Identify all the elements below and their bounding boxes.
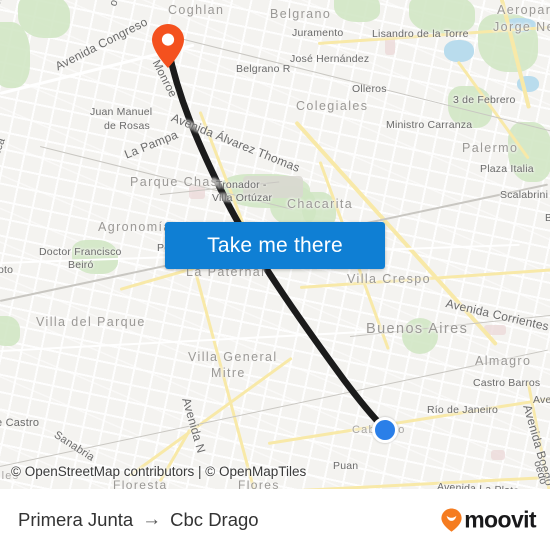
map-label: Puan bbox=[333, 460, 359, 472]
map-water-area bbox=[444, 40, 474, 62]
map-label: Juramento bbox=[292, 27, 344, 39]
map-label: Belgrano bbox=[270, 7, 332, 21]
map-label: Castro Barros bbox=[473, 377, 541, 389]
map-building-block bbox=[491, 450, 505, 460]
arrow-right-icon: → bbox=[142, 509, 162, 530]
map-label: de Rosas bbox=[104, 120, 150, 132]
map-label: Chacarita bbox=[287, 197, 354, 211]
map-label: Tronador - bbox=[216, 179, 267, 191]
map-label: Coghlan bbox=[168, 3, 225, 17]
destination-location-dot-icon[interactable] bbox=[372, 417, 398, 443]
map-label: Jorge Newl bbox=[493, 20, 550, 34]
map-label: Floresta bbox=[113, 478, 168, 489]
take-me-there-button[interactable]: Take me there bbox=[165, 222, 385, 269]
map-label: Buenos Aires bbox=[366, 321, 469, 337]
map-label: Agronomía bbox=[98, 220, 172, 234]
map-label: Beiró bbox=[68, 259, 94, 271]
moovit-trip-map-screen: Coghlan Belgrano Aeroparq Jorge Newl Juramen… bbox=[0, 0, 550, 550]
moovit-smile-pin-icon bbox=[440, 507, 463, 532]
map-label: Ministro Carranza bbox=[386, 119, 473, 131]
map-label: B bbox=[545, 212, 550, 224]
map-label: Belgrano R bbox=[236, 63, 291, 75]
map-label: Doctor Francisco bbox=[39, 246, 122, 258]
origin-map-pin-icon[interactable] bbox=[151, 23, 185, 69]
map-canvas[interactable]: Coghlan Belgrano Aeroparq Jorge Newl Juramen… bbox=[0, 0, 550, 489]
map-label: Lisandro de la Torre bbox=[372, 28, 469, 40]
map-label: Río de Janeiro bbox=[427, 404, 499, 416]
map-label: Plaza Italia bbox=[480, 163, 534, 175]
map-label: 3 de Febrero bbox=[453, 94, 516, 106]
map-label: Parque Chas bbox=[130, 175, 219, 189]
map-label: e Castro bbox=[0, 417, 40, 429]
map-park-area bbox=[0, 22, 30, 88]
map-label: oto bbox=[0, 264, 14, 276]
map-label: Villa General bbox=[188, 350, 278, 364]
map-label: Villa Ortúzar bbox=[212, 192, 273, 204]
moovit-wordmark: moovit bbox=[464, 506, 536, 532]
map-label: Flores bbox=[238, 478, 280, 489]
journey-summary: Primera Junta → Cbc Drago bbox=[18, 509, 259, 531]
map-label: Scalabrini O bbox=[500, 189, 550, 201]
map-label: Mitre bbox=[211, 366, 246, 380]
map-label: Olleros bbox=[352, 83, 387, 95]
map-label: José Hernández bbox=[290, 53, 370, 65]
moovit-logo[interactable]: moovit bbox=[440, 506, 537, 533]
origin-label: Primera Junta bbox=[18, 508, 134, 530]
destination-label: Cbc Drago bbox=[170, 508, 259, 530]
map-label: Ave bbox=[533, 394, 550, 406]
trip-footer: Primera Junta → Cbc Drago moovit bbox=[0, 489, 550, 550]
map-label: Almagro bbox=[475, 354, 532, 368]
map-label: Colegiales bbox=[296, 99, 369, 113]
map-label: Villa Crespo bbox=[347, 272, 431, 286]
map-attribution[interactable]: © OpenStreetMap contributors | © OpenMap… bbox=[11, 464, 306, 479]
map-label: Juan Manuel bbox=[90, 106, 153, 118]
map-park-area bbox=[0, 316, 20, 346]
map-label: Aeroparq bbox=[497, 3, 550, 17]
map-label: Palermo bbox=[462, 141, 519, 155]
map-label: Villa del Parque bbox=[36, 315, 146, 329]
